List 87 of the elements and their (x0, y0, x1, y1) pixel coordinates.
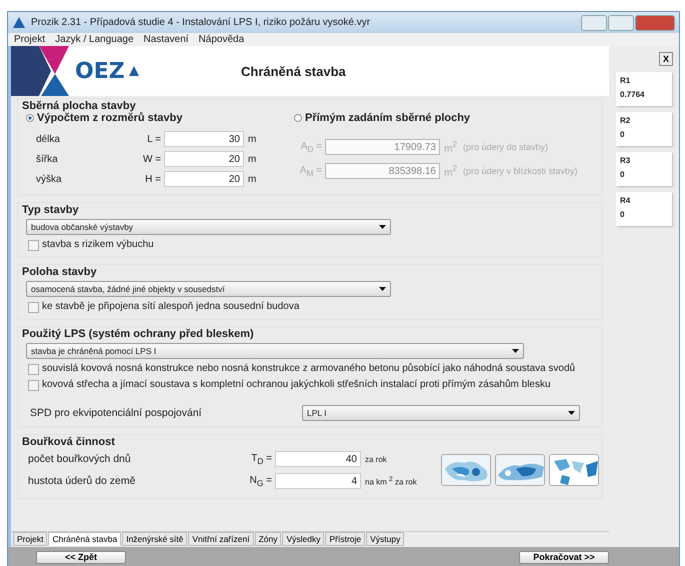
unit-label: na km $^{2}$ za rok (364, 476, 418, 486)
unit-label: m (247, 134, 256, 144)
dropdown[interactable]: osamocená stavba, žádné jiné objekty v sousedství (26, 281, 391, 297)
radio-label: Přímým zadáním sběrné plochy (305, 112, 470, 124)
checkbox[interactable] (28, 364, 39, 375)
menu-item[interactable]: Jazyk / Language (55, 34, 134, 45)
caret-icon (512, 349, 519, 353)
logo-drawing (11, 46, 71, 96)
checkbox[interactable] (28, 240, 39, 251)
section-title: Bouřková činnost (22, 436, 116, 448)
field-label: hustota úderů do země (27, 475, 136, 487)
map-button[interactable] (441, 454, 491, 486)
symbol-label: N$_{G}$ = (248, 474, 273, 488)
dropdown[interactable]: stavba je chráněná pomocí LPS I (26, 343, 524, 359)
symbol-label: A$_{D}$ = (300, 140, 323, 154)
caret-icon (379, 287, 386, 291)
section-title: Poloha stavby (22, 266, 98, 278)
risk-value: 0.7764 (620, 90, 646, 99)
unit-label: m$^{2}$ (443, 139, 457, 155)
field-label: SPD pro ekvipotenciální pospojování (30, 407, 203, 419)
close-button[interactable] (635, 14, 675, 30)
unit-label: m (247, 154, 256, 164)
risk-value: 0 (620, 210, 626, 219)
tab[interactable]: Výsledky (282, 532, 324, 546)
dropdown[interactable]: budova občanské výstavby (26, 219, 391, 235)
input-field[interactable]: 20 (164, 171, 244, 187)
checkbox[interactable] (28, 302, 39, 313)
triangle-icon (128, 66, 139, 76)
symbol-label: A$_{M}$ = (298, 164, 323, 178)
tab[interactable]: Vnitřní zařízení (188, 532, 254, 546)
symbol-label: L = (146, 134, 162, 144)
menu-item[interactable]: Nápověda (198, 34, 244, 45)
maximize-button[interactable] (608, 14, 634, 30)
menu-item[interactable]: Nastavení (144, 34, 189, 45)
symbol-label: H = (144, 174, 162, 184)
dropdown[interactable]: LPL I (302, 405, 580, 421)
menu-item[interactable]: Projekt (14, 34, 46, 45)
risk-value: 0 (620, 130, 626, 139)
input-field[interactable]: 20 (164, 151, 244, 167)
page-title: Chráněná stavba (241, 64, 346, 78)
input-field[interactable]: 30 (164, 131, 244, 147)
radio-button[interactable] (26, 114, 34, 122)
checkbox[interactable] (28, 380, 39, 391)
symbol-label: T$_{D}$ = (250, 452, 273, 466)
back-button[interactable]: << Zpět (36, 550, 126, 564)
tab[interactable]: Přístroje (325, 532, 366, 546)
checkbox-label: stavba s rizikem výbuchu (42, 239, 154, 250)
note-text: (pro údery v blízkosti stavby) (462, 166, 578, 176)
tab[interactable]: Projekt (13, 532, 48, 546)
unit-label: za rok (364, 454, 388, 464)
field-label: počet bouřkových dnů (27, 453, 132, 465)
input-field[interactable]: 4 (275, 473, 361, 489)
checkbox-label: souvislá kovová nosná konstrukce nebo nosná konstrukce z armovaného betonu působící jako náhodná soustava svodů (42, 363, 576, 374)
radio-label: Výpočtem z rozměrů stavby (37, 112, 182, 124)
risk-label: R1 (620, 76, 632, 85)
section-title: Sběrná plocha stavby (22, 100, 137, 112)
window-title: Prozik 2.31 - Případová studie 4 - Instalování LPS I, riziko požáru vysoké.vyr (31, 17, 372, 28)
checkbox-label: kovová střecha a jímací soustava s kompletní ochranou jakýchkoli střešních instalací proti přímým zásahům blesku (42, 379, 551, 390)
logo-text: OEZ (75, 58, 125, 84)
field-label: šířka (35, 154, 59, 164)
risk-label: R4 (620, 196, 632, 205)
app-icon (12, 16, 26, 29)
risk-label: R2 (620, 116, 632, 125)
tab[interactable]: Chráněná stavba (48, 532, 122, 546)
checkbox-label: ke stavbě je připojena sítí alespoň jedna sousední budova (42, 301, 300, 312)
note-text: (pro údery do stavby) (462, 142, 548, 152)
continue-button[interactable]: Pokračovat >> (519, 550, 609, 564)
map-button[interactable] (495, 454, 545, 486)
risk-label: R3 (620, 156, 632, 165)
unit-label: m (247, 174, 256, 184)
close-button[interactable]: X (659, 52, 673, 66)
risk-value: 0 (620, 170, 626, 179)
map-button[interactable] (549, 454, 599, 486)
tab[interactable]: Inženýrské sítě (122, 532, 188, 546)
tab[interactable]: Výstupy (366, 532, 404, 546)
caret-icon (379, 225, 386, 229)
section-title: Typ stavby (22, 204, 80, 216)
field-label: výška (35, 174, 63, 184)
unit-label: m$^{2}$ (443, 163, 457, 179)
radio-button[interactable] (294, 114, 302, 122)
field-label: délka (35, 134, 61, 144)
symbol-label: W = (142, 154, 162, 164)
minimize-button[interactable] (581, 14, 607, 30)
input-field[interactable]: 40 (275, 451, 361, 467)
section-title: Použitý LPS (systém ochrany před bleskem) (22, 328, 255, 340)
tab[interactable]: Zóny (254, 532, 282, 546)
caret-icon (568, 411, 575, 415)
